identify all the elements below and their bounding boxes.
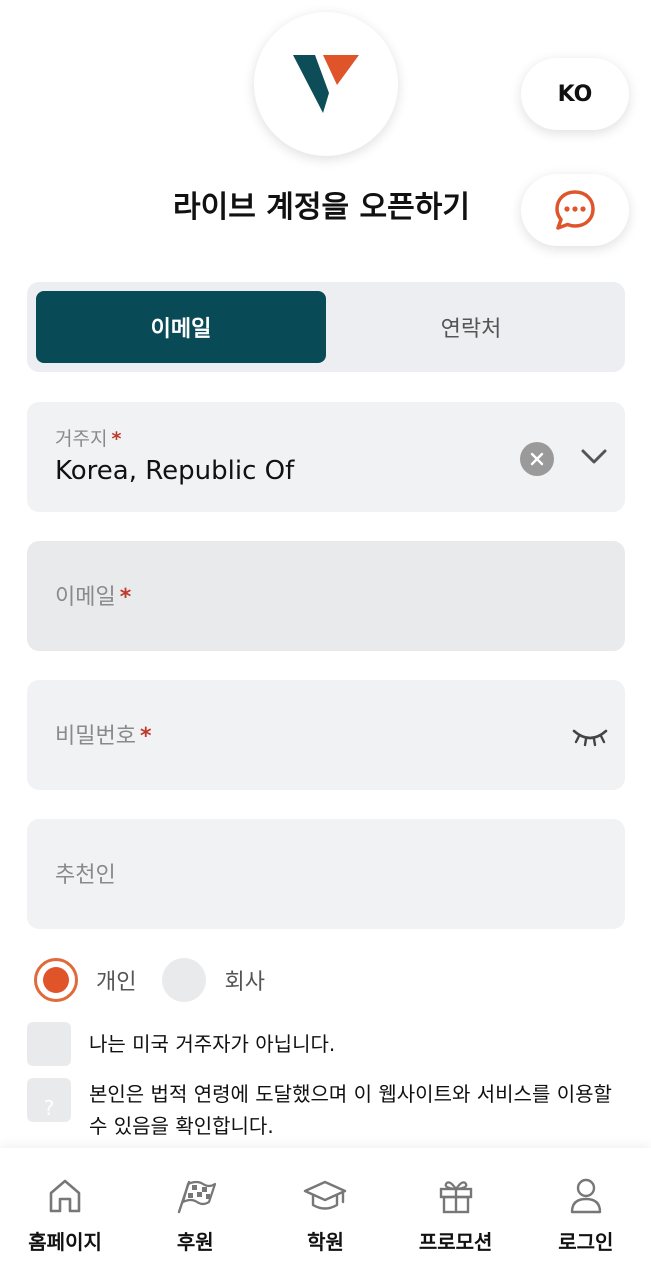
email-label-text: 이메일	[55, 585, 116, 610]
tab-phone[interactable]: 연락처	[326, 291, 616, 363]
brand-logo	[254, 12, 398, 156]
password-label-text: 비밀번호	[55, 724, 136, 749]
us-resident-checkbox[interactable]	[27, 1022, 71, 1066]
clear-icon[interactable]	[520, 442, 554, 476]
nav-home-label: 홈페이지	[28, 1230, 102, 1254]
language-button[interactable]: KO	[521, 58, 629, 130]
radio-individual-label: 개인	[96, 970, 137, 995]
tab-email[interactable]: 이메일	[36, 291, 326, 363]
language-label: KO	[557, 81, 593, 107]
nav-login-label: 로그인	[558, 1230, 614, 1254]
nav-item-home[interactable]: 홈페이지	[0, 1174, 130, 1255]
radio-individual[interactable]	[34, 958, 78, 1002]
nav-sponsor-label: 후원	[176, 1230, 214, 1254]
gift-icon	[439, 1181, 472, 1214]
signup-method-tabs: 이메일 연락처	[27, 282, 625, 372]
chevron-down-icon[interactable]	[579, 444, 609, 468]
signup-page: KO 라이브 계정을 오픈하기 이메일 연락처 거주지 * Korea, Repu…	[0, 0, 651, 1280]
question-mark-icon: ?	[43, 1096, 55, 1120]
legal-age-check-row: ? 본인은 법적 연령에 도달했으며 이 웹사이트와 서비스를 이용할 수 있음…	[27, 1078, 617, 1142]
residence-label: 거주지 *	[55, 424, 121, 451]
graduation-cap-icon	[304, 1180, 347, 1210]
legal-age-text: 본인은 법적 연령에 도달했으며 이 웹사이트와 서비스를 이용할 수 있음을 …	[89, 1082, 612, 1138]
bottom-nav: 홈페이지 후원 학원 프로모션 로그인	[0, 1148, 651, 1280]
required-mark: *	[119, 585, 132, 610]
us-resident-check-row: 나는 미국 거주자가 아닙니다.	[27, 1022, 617, 1066]
home-icon	[49, 1179, 81, 1213]
email-field[interactable]: 이메일 *	[27, 541, 625, 651]
password-field[interactable]: 비밀번호 *	[27, 680, 625, 790]
email-placeholder: 이메일 *	[55, 579, 131, 611]
legal-age-checkbox[interactable]: ?	[27, 1078, 71, 1122]
nav-item-academy[interactable]: 학원	[260, 1174, 390, 1255]
tab-email-label: 이메일	[150, 317, 212, 342]
nav-item-promotion[interactable]: 프로모션	[391, 1174, 521, 1255]
eye-closed-icon[interactable]	[571, 726, 609, 748]
referrer-field[interactable]: 추천인	[27, 819, 625, 929]
residence-label-text: 거주지	[55, 428, 108, 450]
required-mark: *	[111, 428, 122, 450]
residence-value: Korea, Republic Of	[55, 456, 295, 486]
checkered-flag-icon	[178, 1180, 217, 1214]
account-type-group: 개인 회사	[34, 958, 291, 1002]
radio-company-label: 회사	[224, 970, 265, 995]
us-resident-text: 나는 미국 거주자가 아닙니다.	[89, 1032, 336, 1056]
tab-phone-label: 연락처	[440, 317, 502, 342]
logo-mark-icon	[293, 55, 359, 113]
required-mark: *	[139, 724, 152, 749]
page-title: 라이브 계정을 오픈하기	[173, 190, 470, 225]
nav-promotion-label: 프로모션	[418, 1230, 493, 1254]
radio-company[interactable]	[162, 958, 207, 1002]
password-placeholder: 비밀번호 *	[55, 718, 151, 750]
user-icon	[570, 1178, 602, 1214]
nav-item-login[interactable]: 로그인	[521, 1174, 651, 1255]
nav-item-sponsor[interactable]: 후원	[130, 1174, 260, 1255]
residence-select[interactable]: 거주지 * Korea, Republic Of	[27, 402, 625, 512]
referrer-placeholder: 추천인	[55, 863, 116, 888]
nav-academy-label: 학원	[307, 1230, 344, 1254]
